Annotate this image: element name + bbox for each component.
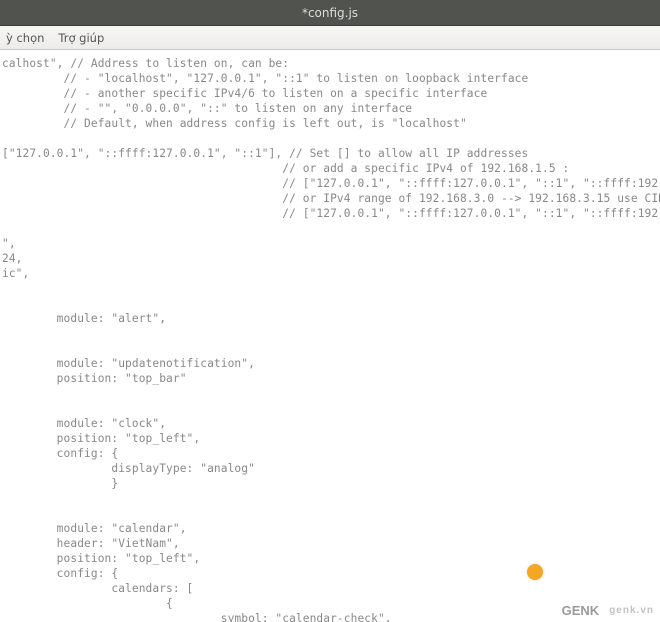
menu-item-options[interactable]: ỳ chọn	[6, 31, 44, 45]
code-line: ic",	[2, 267, 29, 280]
code-line: }	[2, 477, 118, 490]
window-title: *config.js	[302, 6, 358, 20]
code-line: position: "top_left",	[2, 552, 200, 565]
code-line: // or add a specific IPv4 of 192.168.1.5…	[2, 162, 569, 175]
code-line: // ["127.0.0.1", "::ffff:127.0.0.1", "::…	[2, 207, 660, 220]
code-line: // - "localhost", "127.0.0.1", "::1" to …	[2, 72, 528, 85]
code-line: // ["127.0.0.1", "::ffff:127.0.0.1", "::…	[2, 177, 660, 190]
code-line: calhost", // Address to listen on, can b…	[2, 57, 289, 70]
code-line: position: "top_left",	[2, 432, 200, 445]
watermark-logo: GENK	[562, 603, 600, 618]
menu-item-help[interactable]: Trợ giúp	[58, 31, 104, 45]
watermark: GENK genk.vn	[562, 603, 654, 618]
code-line: // - another specific IPv4/6 to listen o…	[2, 87, 487, 100]
code-line: ",	[2, 237, 16, 250]
code-line: module: "alert",	[2, 312, 166, 325]
code-line: module: "updatenotification",	[2, 357, 255, 370]
code-line: config: {	[2, 567, 118, 580]
window-titlebar: *config.js	[0, 0, 660, 26]
pointer-indicator-icon	[527, 564, 543, 580]
editor-viewport[interactable]: calhost", // Address to listen on, can b…	[0, 50, 660, 622]
watermark-site: genk.vn	[609, 605, 654, 616]
code-line: // or IPv4 range of 192.168.3.0 --> 192.…	[2, 192, 660, 205]
code-line: position: "top_bar"	[2, 372, 187, 385]
code-line: {	[2, 597, 173, 610]
code-line: 24,	[2, 252, 23, 265]
code-line: header: "VietNam",	[2, 537, 180, 550]
code-line: ["127.0.0.1", "::ffff:127.0.0.1", "::1"]…	[2, 147, 528, 160]
menubar[interactable]: ỳ chọn Trợ giúp	[0, 26, 660, 50]
code-line: // Default, when address config is left …	[2, 117, 467, 130]
code-line: calendars: [	[2, 582, 193, 595]
code-line: symbol: "calendar-check",	[2, 612, 392, 622]
code-line: displayType: "analog"	[2, 462, 255, 475]
code-content[interactable]: calhost", // Address to listen on, can b…	[0, 50, 660, 622]
code-line: // - "", "0.0.0.0", "::" to listen on an…	[2, 102, 412, 115]
code-line: module: "calendar",	[2, 522, 187, 535]
code-line: module: "clock",	[2, 417, 166, 430]
code-line: config: {	[2, 447, 118, 460]
